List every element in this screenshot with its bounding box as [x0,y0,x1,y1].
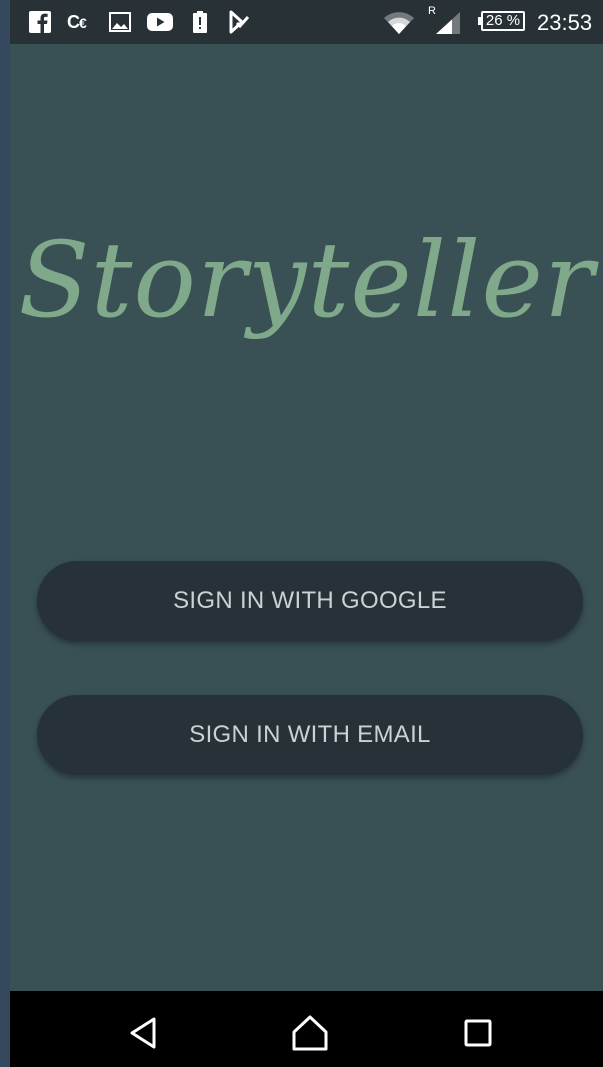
facebook-icon [28,10,52,34]
battery-tip [478,17,481,25]
recents-icon[interactable] [458,1013,498,1053]
youtube-icon [146,10,174,34]
cc-icon: C € [66,10,94,34]
back-icon[interactable] [124,1013,164,1053]
wifi-icon [382,10,416,34]
alert-icon [190,10,210,34]
sign-in-email-button[interactable]: SIGN IN WITH EMAIL [37,695,583,775]
battery-indicator: 26 % [478,11,525,31]
status-bar: C € R 26 % 23:53 [10,0,603,44]
task-icon [228,10,254,34]
image-icon [108,10,132,34]
svg-text:€: € [79,15,87,31]
sign-in-google-button[interactable]: SIGN IN WITH GOOGLE [37,561,583,641]
app-screen: C € R 26 % 23:53 Storyteller SIGN IN WIT… [10,0,603,1067]
app-title: Storyteller [18,219,595,341]
navigation-bar [10,991,603,1067]
signal-icon [434,10,462,34]
status-clock: 23:53 [537,10,593,35]
battery-label: 26 % [485,12,521,29]
home-icon[interactable] [290,1013,330,1053]
